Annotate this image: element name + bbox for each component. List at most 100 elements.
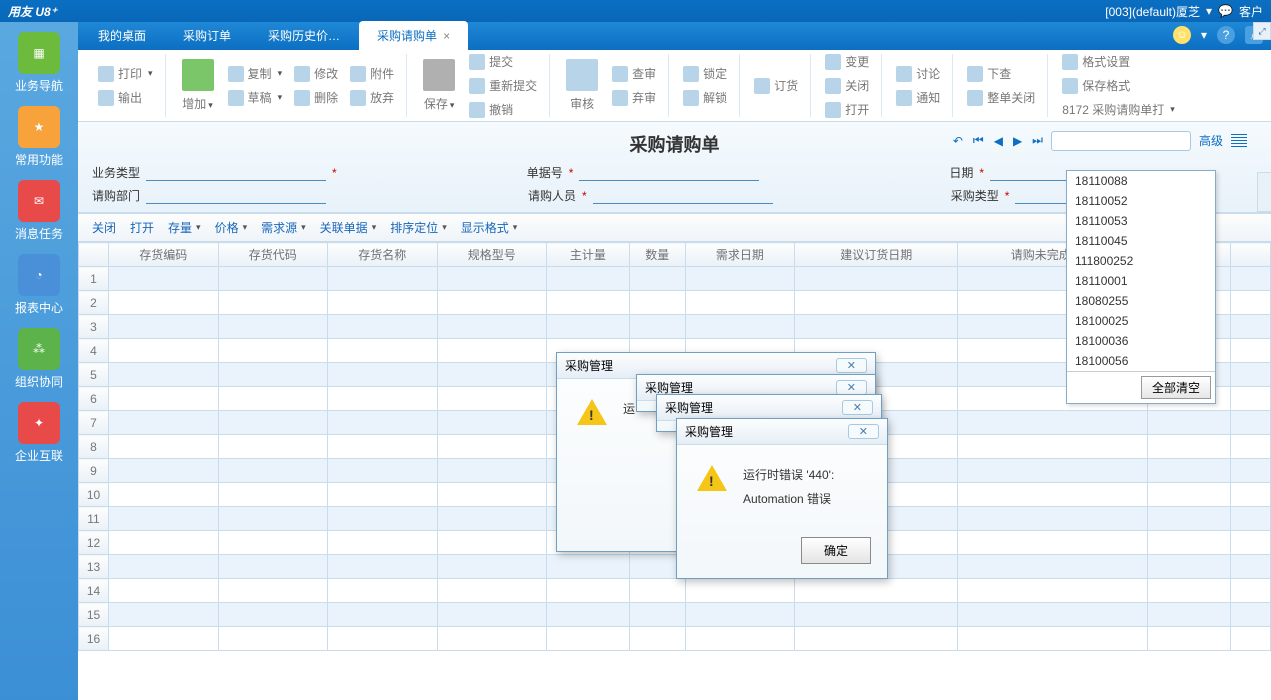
smiley-icon[interactable]: ☺: [1173, 26, 1191, 44]
delete-button[interactable]: 删除: [288, 86, 344, 109]
attach-button[interactable]: 附件: [344, 62, 400, 85]
dropdown-item[interactable]: 18110045: [1067, 231, 1215, 251]
grid-cell[interactable]: [437, 315, 547, 339]
grid-cell[interactable]: [795, 267, 958, 291]
grid-cell[interactable]: [958, 411, 1148, 435]
grid-cell[interactable]: [437, 411, 547, 435]
grid-cell[interactable]: [218, 459, 328, 483]
account-dropdown-icon[interactable]: ▾: [1206, 4, 1212, 18]
grid-cell[interactable]: [218, 603, 328, 627]
grid-price[interactable]: 价格 ▾: [215, 219, 248, 236]
output-button[interactable]: 输出: [92, 86, 159, 109]
grid-cell[interactable]: [109, 363, 219, 387]
grid-sort[interactable]: 排序定位 ▾: [390, 219, 447, 236]
grid-cell[interactable]: [958, 531, 1148, 555]
grid-cell[interactable]: [218, 315, 328, 339]
grid-cell[interactable]: [437, 339, 547, 363]
grid-cell[interactable]: [547, 315, 630, 339]
grid-cell[interactable]: [218, 267, 328, 291]
grid-cell[interactable]: [109, 315, 219, 339]
grid-cell[interactable]: [109, 603, 219, 627]
draft-button[interactable]: 草稿▾: [222, 86, 289, 109]
grid-cell[interactable]: [1148, 507, 1231, 531]
close-doc-button[interactable]: 关闭: [819, 74, 875, 97]
save-button[interactable]: 保存▾: [415, 55, 463, 116]
prev-icon[interactable]: ◀: [992, 132, 1005, 150]
next-query-button[interactable]: 下查: [961, 62, 1041, 85]
row-number[interactable]: 8: [79, 435, 109, 459]
grid-cell[interactable]: [629, 579, 685, 603]
sidebar-report[interactable]: ◔报表中心: [9, 250, 69, 320]
grid-cell[interactable]: [218, 387, 328, 411]
advanced-link[interactable]: 高级: [1197, 130, 1225, 151]
revoke-button[interactable]: 撤销: [463, 98, 543, 121]
customer-link[interactable]: 客户: [1239, 3, 1263, 20]
grid-display[interactable]: 显示格式 ▾: [461, 219, 518, 236]
grid-cell[interactable]: [1148, 483, 1231, 507]
grid-cell[interactable]: [547, 555, 630, 579]
grid-cell[interactable]: [629, 315, 685, 339]
grid-cell[interactable]: [328, 603, 438, 627]
grid-cell[interactable]: [685, 315, 795, 339]
row-number[interactable]: 13: [79, 555, 109, 579]
grid-cell[interactable]: [328, 579, 438, 603]
grid-cell[interactable]: [958, 555, 1148, 579]
resubmit-button[interactable]: 重新提交: [463, 74, 543, 97]
grid-cell[interactable]: [958, 507, 1148, 531]
search-input[interactable]: [1051, 131, 1191, 151]
grid-cell[interactable]: [109, 291, 219, 315]
grid-cell[interactable]: [629, 267, 685, 291]
row-number[interactable]: 3: [79, 315, 109, 339]
grid-cell[interactable]: [328, 627, 438, 651]
sidebar-nav[interactable]: ▦业务导航: [9, 28, 69, 98]
grid-cell[interactable]: [437, 267, 547, 291]
unlock-button[interactable]: 解锁: [677, 86, 733, 109]
tab-desktop[interactable]: 我的桌面: [80, 21, 164, 50]
grid-header[interactable]: 存货代码: [218, 243, 328, 267]
grid-cell[interactable]: [547, 291, 630, 315]
notify-button[interactable]: 通知: [890, 86, 946, 109]
grid-cell[interactable]: [437, 627, 547, 651]
modify-button[interactable]: 修改: [288, 62, 344, 85]
sidebar-org[interactable]: ⁂组织协同: [9, 324, 69, 394]
row-number[interactable]: 5: [79, 363, 109, 387]
grid-cell[interactable]: [218, 363, 328, 387]
grid-cell[interactable]: [437, 459, 547, 483]
grid-cell[interactable]: [629, 603, 685, 627]
grid-cell[interactable]: [328, 315, 438, 339]
grid-cell[interactable]: [109, 531, 219, 555]
order-button[interactable]: 订货: [748, 74, 804, 97]
row-number[interactable]: 12: [79, 531, 109, 555]
template-selector[interactable]: 8172 采购请购单打▾: [1056, 98, 1181, 121]
grid-cell[interactable]: [958, 627, 1148, 651]
first-icon[interactable]: ⏮: [971, 131, 986, 150]
open-doc-button[interactable]: 打开: [819, 98, 875, 121]
dialog-close-icon[interactable]: ✕: [836, 358, 867, 373]
review-button[interactable]: 审核: [558, 55, 606, 116]
grid-cell[interactable]: [795, 627, 958, 651]
grid-cell[interactable]: [1148, 531, 1231, 555]
grid-cell[interactable]: [685, 291, 795, 315]
change-button[interactable]: 变更: [819, 50, 875, 73]
grid-header[interactable]: 规格型号: [437, 243, 547, 267]
grid-cell[interactable]: [328, 339, 438, 363]
row-number[interactable]: 9: [79, 459, 109, 483]
grid-header[interactable]: 主计量: [547, 243, 630, 267]
save-format-button[interactable]: 保存格式: [1056, 74, 1181, 97]
grid-demand[interactable]: 需求源 ▾: [261, 219, 306, 236]
grid-cell[interactable]: [629, 627, 685, 651]
grid-cell[interactable]: [109, 267, 219, 291]
discard-button[interactable]: 弃审: [606, 86, 662, 109]
grid-header[interactable]: 建议订货日期: [795, 243, 958, 267]
grid-cell[interactable]: [109, 411, 219, 435]
grid-cell[interactable]: [547, 603, 630, 627]
row-number[interactable]: 6: [79, 387, 109, 411]
grid-cell[interactable]: [109, 483, 219, 507]
grid-cell[interactable]: [795, 315, 958, 339]
grid-header[interactable]: 需求日期: [685, 243, 795, 267]
sidebar-link[interactable]: ✦企业互联: [9, 398, 69, 468]
grid-cell[interactable]: [547, 627, 630, 651]
dropdown-item[interactable]: 18100025: [1067, 311, 1215, 331]
dropdown-item[interactable]: 18110052: [1067, 191, 1215, 211]
submit-button[interactable]: 提交: [463, 50, 543, 73]
